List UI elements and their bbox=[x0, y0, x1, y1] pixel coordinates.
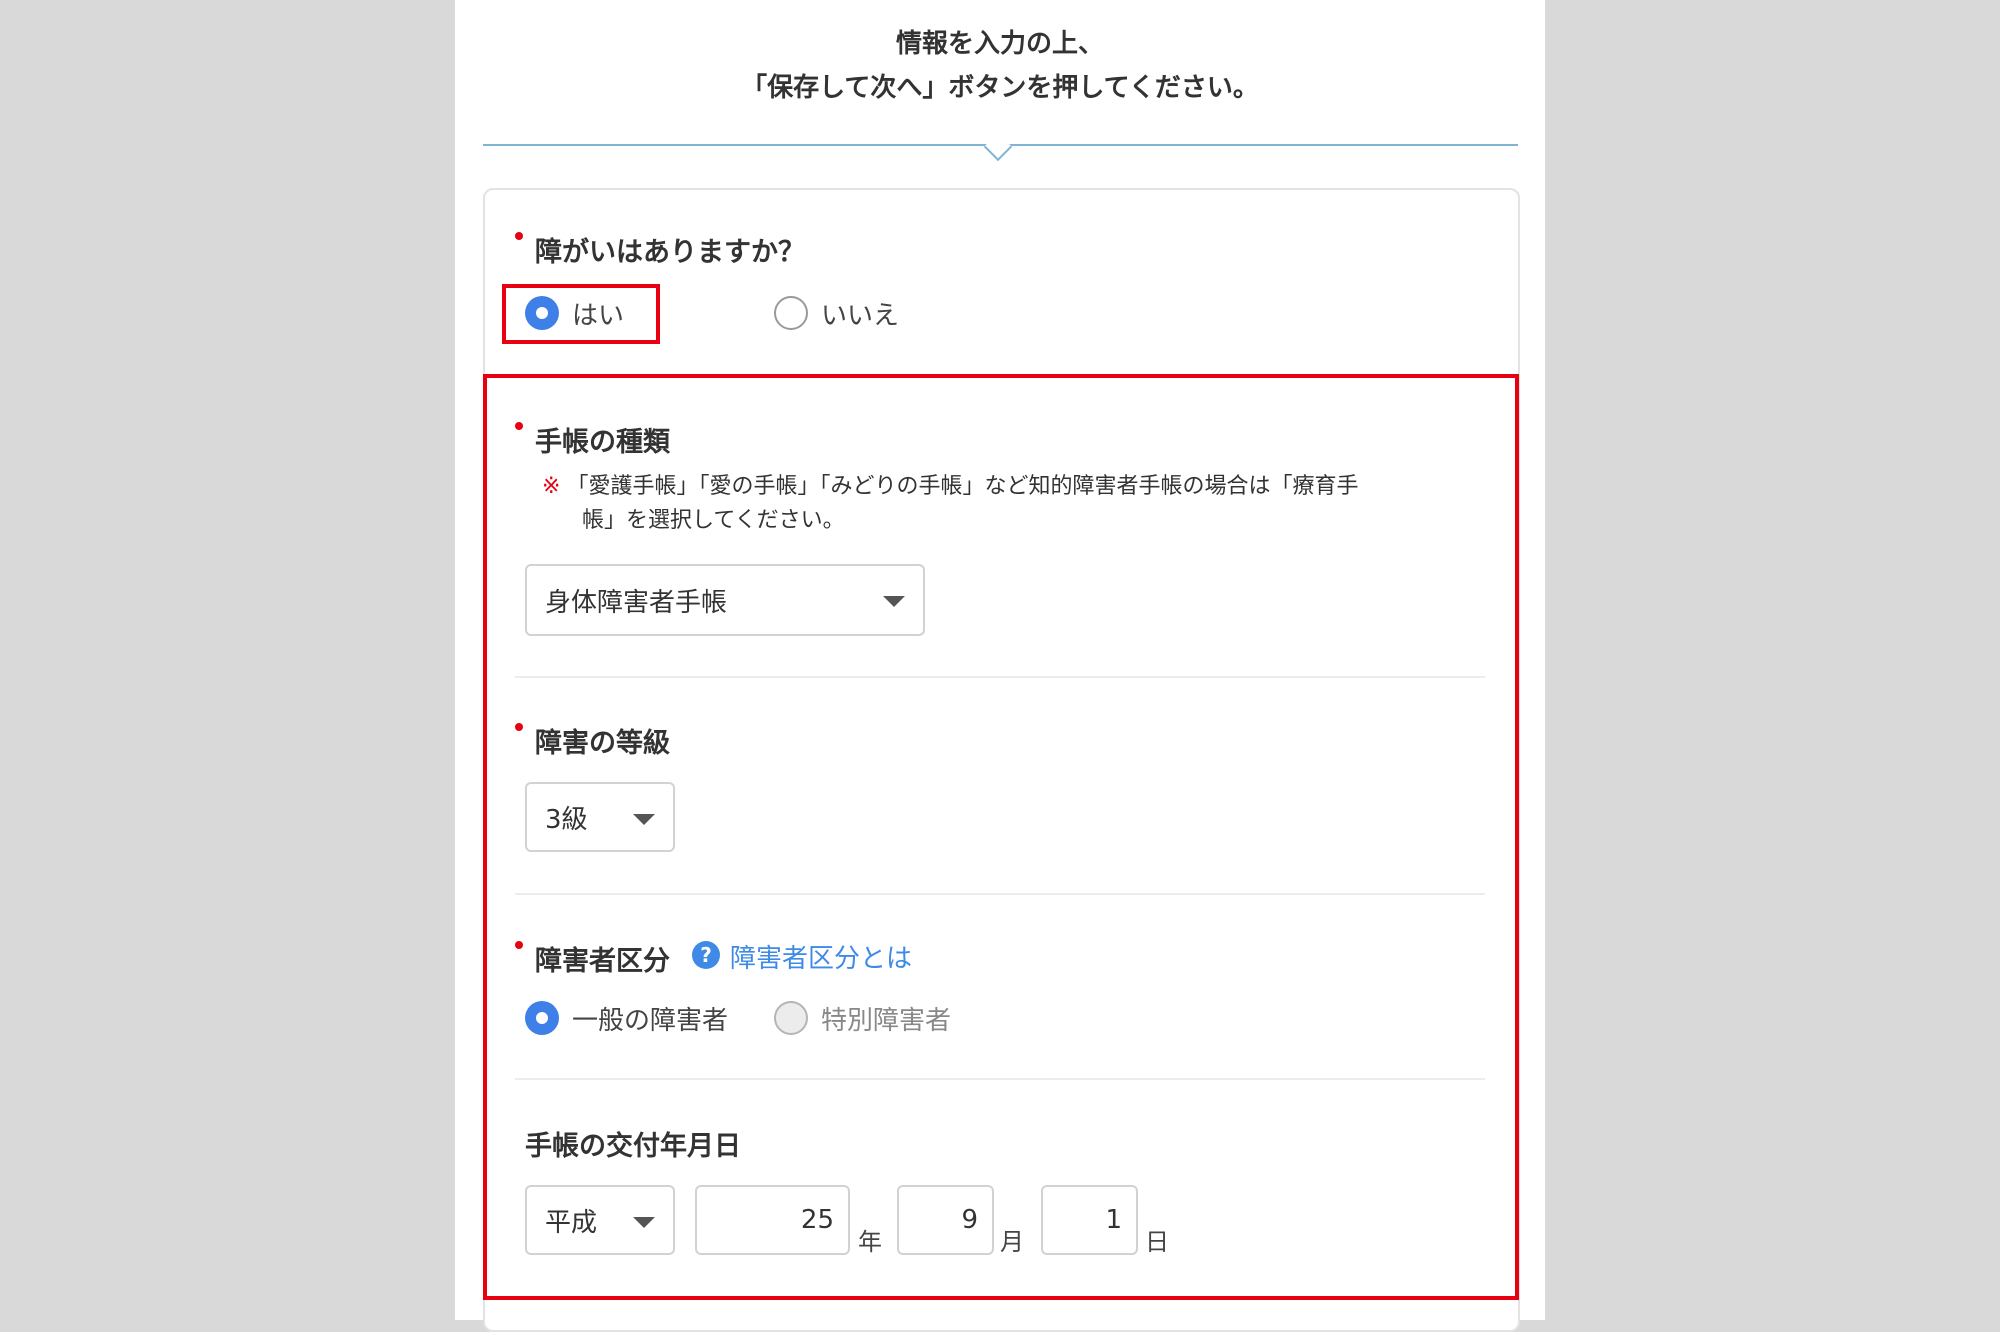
month-input[interactable]: 9 bbox=[897, 1185, 994, 1255]
disability-label: 障がいはありますか？ bbox=[535, 237, 805, 268]
section-separator bbox=[515, 893, 1485, 895]
intro-text: 情報を入力の上、 「保存して次へ」ボタンを押してください。 bbox=[455, 22, 1545, 110]
grade-select[interactable]: 3級 bbox=[525, 782, 675, 852]
day-unit: 日 bbox=[1145, 1228, 1169, 1256]
note-mark: ※ bbox=[542, 474, 561, 499]
notebook-type-label: 手帳の種類 bbox=[535, 427, 670, 458]
category-label: 障害者区分 bbox=[535, 946, 670, 977]
intro-line-1: 情報を入力の上、 bbox=[895, 29, 1104, 59]
divider-notch bbox=[983, 132, 1013, 162]
grade-value: 3級 bbox=[545, 804, 588, 835]
year-input[interactable]: 25 bbox=[695, 1185, 850, 1255]
form-panel: 情報を入力の上、 「保存して次へ」ボタンを押してください。 障がいはありますか？… bbox=[455, 0, 1545, 1332]
era-select[interactable]: 平成 bbox=[525, 1185, 675, 1255]
notebook-type-select[interactable]: 身体障害者手帳 bbox=[525, 564, 925, 636]
radio-label-special: 特別障害者 bbox=[821, 1006, 952, 1036]
radio-label-general: 一般の障害者 bbox=[572, 1006, 729, 1036]
chevron-down-icon bbox=[633, 1217, 655, 1228]
note-line-2: 帳」を選択してください。 bbox=[582, 508, 845, 533]
required-mark bbox=[515, 941, 523, 949]
radio-label-no: いいえ bbox=[821, 301, 900, 331]
required-mark bbox=[515, 232, 523, 240]
chevron-down-icon bbox=[883, 596, 905, 607]
grade-label: 障害の等級 bbox=[535, 728, 670, 759]
radio-label-yes: はい bbox=[572, 301, 625, 331]
required-mark bbox=[515, 422, 523, 430]
day-input[interactable]: 1 bbox=[1041, 1185, 1138, 1255]
issue-date-label: 手帳の交付年月日 bbox=[525, 1131, 741, 1162]
required-mark bbox=[515, 723, 523, 731]
radio-category-special[interactable] bbox=[774, 1001, 808, 1035]
section-separator bbox=[515, 676, 1485, 678]
radio-category-general[interactable] bbox=[525, 1001, 559, 1035]
radio-disability-no[interactable] bbox=[774, 296, 808, 330]
intro-line-2: 「保存して次へ」ボタンを押してください。 bbox=[741, 73, 1259, 103]
notebook-type-note: ※ 「愛護手帳」「愛の手帳」「みどりの手帳」など知的障害者手帳の場合は「療育手 帳… bbox=[542, 470, 1502, 538]
help-icon[interactable]: ? bbox=[692, 941, 720, 969]
era-value: 平成 bbox=[545, 1207, 598, 1238]
month-unit: 月 bbox=[1000, 1228, 1024, 1256]
radio-disability-yes[interactable] bbox=[525, 296, 559, 330]
year-unit: 年 bbox=[858, 1228, 882, 1256]
notebook-type-value: 身体障害者手帳 bbox=[545, 587, 728, 618]
category-help-link[interactable]: 障害者区分とは bbox=[730, 938, 912, 975]
section-separator bbox=[515, 1078, 1485, 1080]
note-line-1: 「愛護手帳」「愛の手帳」「みどりの手帳」など知的障害者手帳の場合は「療育手 bbox=[566, 474, 1359, 499]
chevron-down-icon bbox=[633, 814, 655, 825]
